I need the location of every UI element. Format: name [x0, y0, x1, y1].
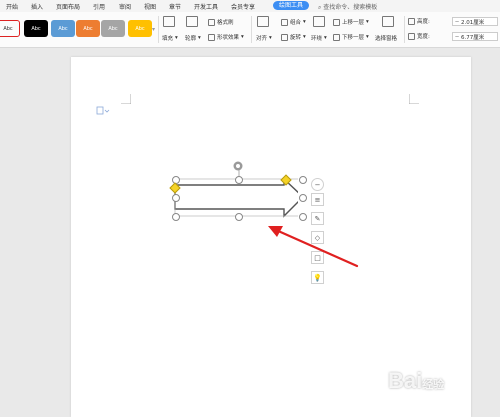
baidu-watermark: Bai经验	[388, 368, 445, 393]
tab-drawing-tools[interactable]: 绘图工具	[273, 1, 310, 10]
shape-style-swatch[interactable]: Abc	[51, 20, 75, 37]
send-backward-icon	[333, 33, 340, 41]
height-label: 高度:	[408, 17, 430, 25]
shape-style-swatch[interactable]: Abc	[0, 20, 20, 37]
tab-references[interactable]: 引用	[93, 2, 105, 11]
annotation-arrow	[268, 226, 359, 268]
rotation-handle[interactable]	[232, 160, 244, 172]
bring-forward-button[interactable]: 上移一层 ▾	[333, 18, 369, 26]
align-icon[interactable]	[257, 16, 269, 27]
width-field[interactable]: − 6.77厘米	[452, 32, 498, 41]
height-field[interactable]: − 2.01厘米	[452, 17, 498, 26]
bring-forward-icon	[333, 18, 340, 26]
group-button[interactable]: 组合 ▾	[281, 18, 306, 26]
tab-home[interactable]: 开始	[6, 2, 18, 11]
menu-bar: 开始 插入 页面布局 引用 审阅 视图 章节 开发工具 会员专享 绘图工具 ⌕ …	[0, 0, 500, 12]
resize-handle[interactable]	[235, 176, 243, 184]
selection-pane-icon[interactable]	[382, 16, 394, 27]
resize-handle[interactable]	[172, 194, 180, 202]
tab-review[interactable]: 审阅	[119, 2, 131, 11]
tab-developer[interactable]: 开发工具	[194, 2, 218, 11]
margin-corner-mark	[409, 94, 419, 104]
wrap-button[interactable]: 环绕 ▾	[311, 34, 327, 42]
shape-style-swatch[interactable]: Abc	[76, 20, 100, 37]
shape-style-swatch[interactable]: Abc	[24, 20, 48, 37]
command-search[interactable]: ⌕ 查找命令、搜索模板	[318, 2, 377, 12]
shape-style-swatch[interactable]: Abc	[101, 20, 125, 37]
height-icon	[408, 17, 415, 25]
send-backward-button[interactable]: 下移一层 ▾	[333, 33, 369, 41]
rotate-button[interactable]: 旋转 ▾	[281, 33, 306, 41]
wrap-icon[interactable]	[313, 16, 325, 27]
fill-button[interactable]: 填充 ▾	[162, 34, 178, 42]
collapse-tools-button[interactable]: −	[311, 178, 324, 191]
tab-view[interactable]: 视图	[144, 2, 156, 11]
format-painter-button[interactable]: 格式刷	[208, 18, 234, 26]
shape-effects-button[interactable]: 形状效果 ▾	[208, 33, 244, 41]
paragraph-layout-icon[interactable]	[96, 106, 110, 115]
rotate-icon	[281, 33, 288, 41]
margin-corner-mark	[121, 94, 131, 104]
fill-icon[interactable]	[163, 16, 175, 27]
width-decrease-button[interactable]: −	[453, 34, 461, 40]
tab-sections[interactable]: 章节	[169, 2, 181, 11]
layout-options-button[interactable]: ≡	[311, 193, 324, 206]
smart-tips-button[interactable]: 💡	[311, 271, 324, 284]
resize-handle[interactable]	[172, 213, 180, 221]
height-decrease-button[interactable]: −	[453, 19, 461, 25]
styles-more-icon[interactable]: ▾	[152, 26, 155, 33]
lightbulb-icon: 💡	[313, 273, 322, 282]
resize-handle[interactable]	[299, 194, 307, 202]
shape-style-swatch[interactable]: Abc	[128, 20, 152, 37]
outline-button[interactable]: 轮廓 ▾	[185, 34, 201, 42]
layout-icon: ≡	[314, 195, 321, 204]
tab-insert[interactable]: 插入	[31, 2, 43, 11]
drawing-tools-ribbon: Abc Abc Abc Abc Abc Abc ▾ 填充 ▾ 轮廓 ▾ 格式刷 形状…	[0, 12, 500, 48]
tab-page-layout[interactable]: 页面布局	[56, 2, 80, 11]
selection-pane-button[interactable]: 选择窗格	[375, 34, 397, 42]
minus-icon: −	[314, 180, 321, 189]
outline-icon[interactable]	[186, 16, 198, 27]
resize-handle[interactable]	[299, 176, 307, 184]
resize-handle[interactable]	[235, 213, 243, 221]
group-icon	[281, 18, 288, 26]
shape-effects-icon	[208, 33, 215, 41]
format-painter-icon	[208, 18, 215, 26]
width-label: 宽度:	[408, 32, 430, 40]
width-icon	[408, 32, 415, 40]
tab-member[interactable]: 会员专享	[231, 2, 255, 11]
align-button[interactable]: 对齐 ▾	[256, 34, 272, 42]
search-icon: ⌕	[318, 4, 322, 11]
search-placeholder: 查找命令、搜索模板	[323, 4, 378, 11]
